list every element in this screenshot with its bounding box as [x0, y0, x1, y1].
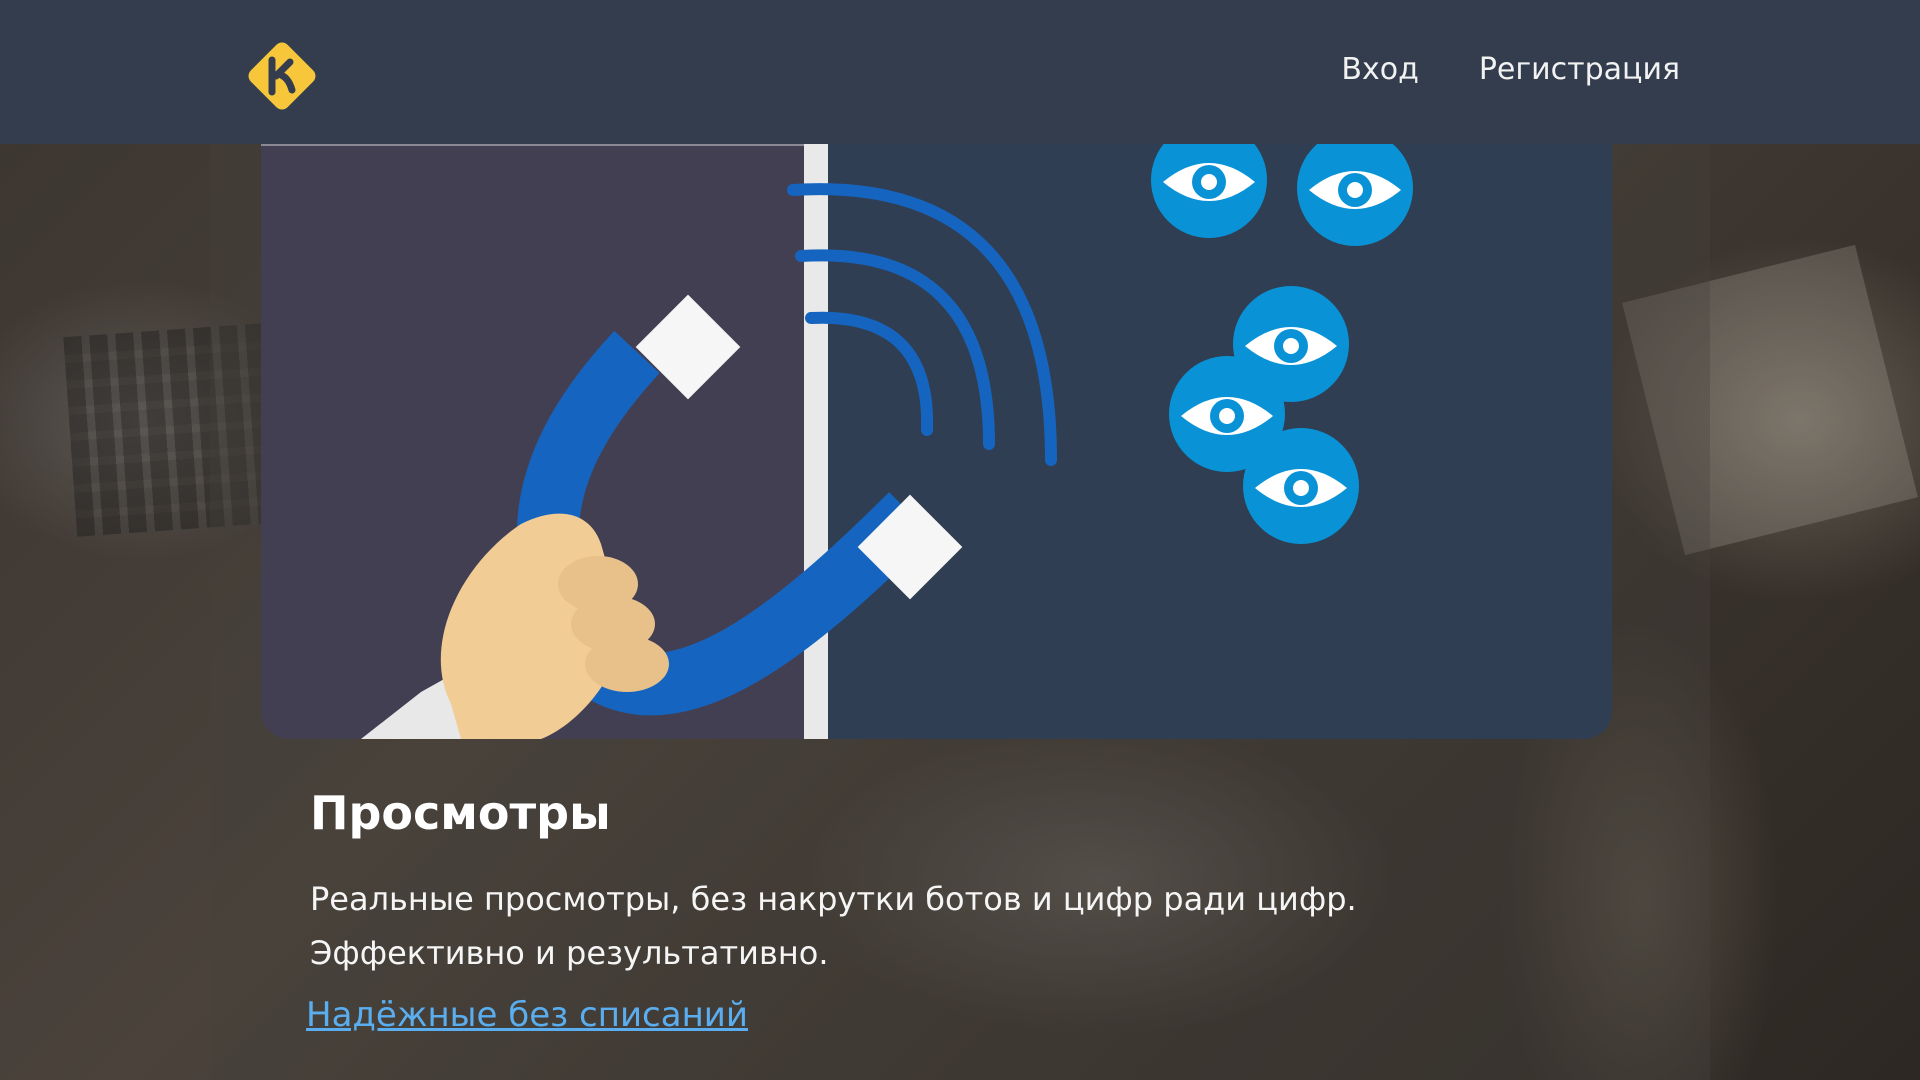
header-nav: Вход Регистрация: [1341, 52, 1680, 87]
site-header: Вход Регистрация: [0, 0, 1920, 144]
eye-icon: [1243, 428, 1359, 544]
feature-description: Реальные просмотры, без накрутки ботов и…: [310, 872, 1410, 980]
k-logo-icon: [248, 42, 316, 110]
register-link[interactable]: Регистрация: [1479, 52, 1680, 87]
feature-description-line-1: Реальные просмотры, без накрутки ботов и…: [310, 880, 1357, 918]
illustration-divider: [804, 144, 828, 739]
feature-title: Просмотры: [310, 786, 611, 840]
reliable-views-link[interactable]: Надёжные без списаний: [306, 995, 748, 1035]
views-illustration: [261, 144, 1612, 739]
feature-description-line-2: Эффективно и результативно.: [310, 934, 829, 972]
login-link[interactable]: Вход: [1341, 52, 1418, 87]
logo-link[interactable]: [242, 36, 322, 116]
